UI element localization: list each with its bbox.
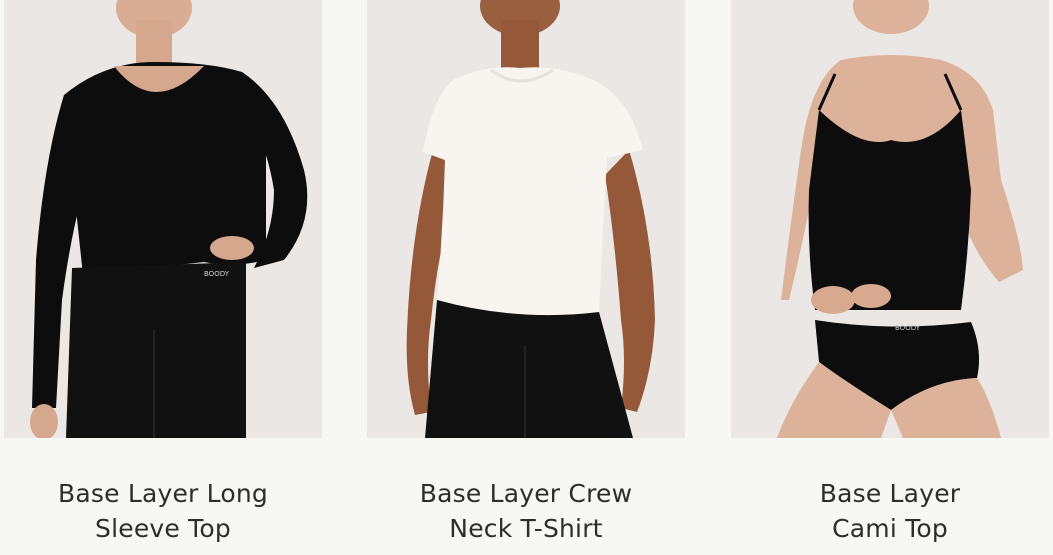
model-photo: BOODY — [4, 0, 322, 438]
product-title[interactable]: Base Layer Crew Neck T-Shirt — [367, 476, 685, 546]
product-title-line2: Neck T-Shirt — [449, 514, 603, 543]
product-title-line1: Base Layer — [819, 479, 961, 508]
product-title-line2: Cami Top — [832, 514, 948, 543]
product-image-long-sleeve-top[interactable]: BOODY — [4, 0, 322, 438]
model-photo — [367, 0, 685, 438]
model-photo: BOODY — [731, 0, 1049, 438]
product-title-line1: Base Layer Crew — [419, 479, 633, 508]
product-title[interactable]: Base Layer Cami Top — [731, 476, 1049, 546]
product-image-cami-top[interactable]: BOODY — [731, 0, 1049, 438]
brand-waistband-label: BOODY — [895, 324, 921, 332]
product-card-long-sleeve-top[interactable]: BOODY Base Layer Long Sleeve Top — [4, 0, 322, 555]
product-image-crew-neck-tshirt[interactable] — [367, 0, 685, 438]
product-title[interactable]: Base Layer Long Sleeve Top — [4, 476, 322, 546]
product-title-line2: Sleeve Top — [95, 514, 231, 543]
product-card-crew-neck-tshirt[interactable]: Base Layer Crew Neck T-Shirt — [367, 0, 685, 555]
product-title-line1: Base Layer Long — [58, 479, 268, 508]
product-card-cami-top[interactable]: BOODY Base Layer Cami Top — [731, 0, 1049, 555]
brand-waistband-label: BOODY — [204, 270, 230, 278]
